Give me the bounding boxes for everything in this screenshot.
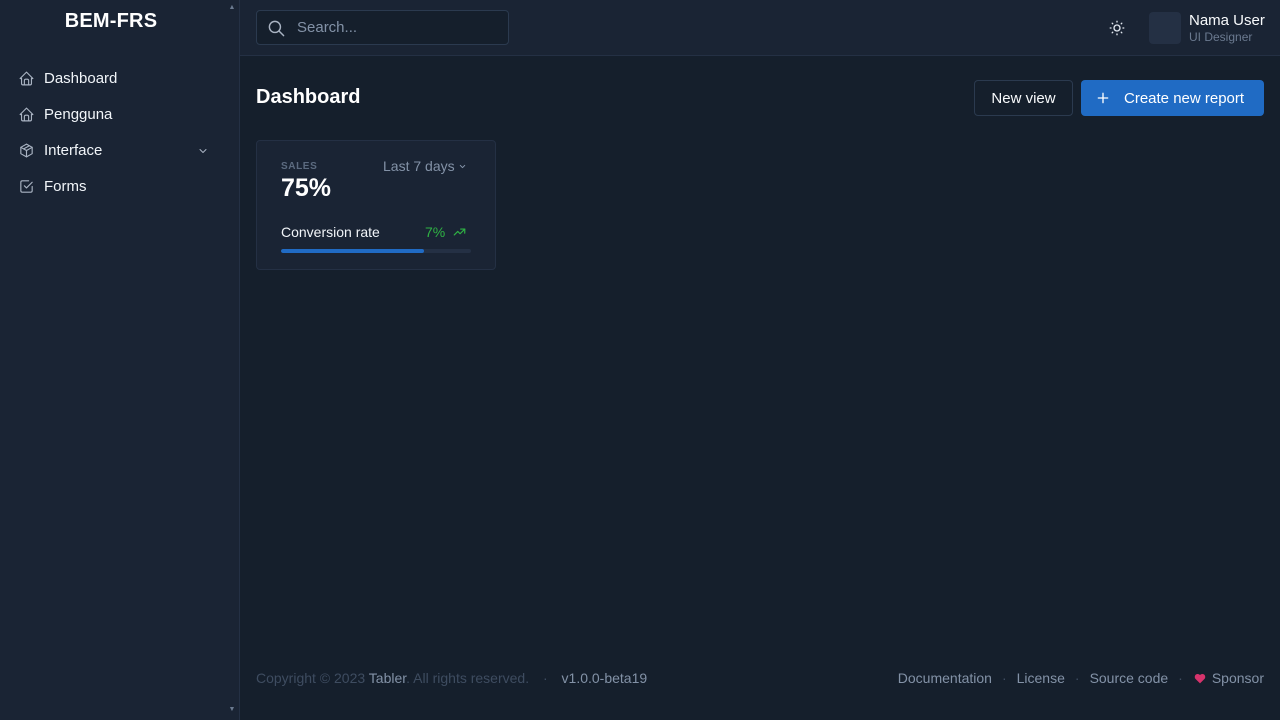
search-icon	[267, 19, 286, 38]
scroll-down-arrow-icon[interactable]: ▼	[228, 706, 236, 714]
sponsor-link[interactable]: Sponsor	[1212, 670, 1264, 686]
progress-bar	[281, 249, 471, 253]
period-dropdown[interactable]: Last 7 days	[383, 158, 467, 174]
separator-dot: ·	[1074, 670, 1080, 686]
period-label: Last 7 days	[383, 158, 455, 174]
sidebar-item-label: Interface	[44, 141, 103, 159]
top-header: Nama User UI Designer	[240, 0, 1280, 56]
search-input[interactable]	[297, 11, 502, 44]
new-view-button[interactable]: New view	[974, 80, 1073, 116]
separator-dot: ·	[1001, 670, 1007, 686]
package-icon	[18, 142, 35, 159]
chevron-down-icon	[458, 162, 467, 171]
copyright-text: Copyright © 2023	[256, 670, 366, 686]
home-icon	[18, 106, 35, 123]
version-link[interactable]: v1.0.0-beta19	[562, 670, 648, 686]
sidebar-item-dashboard[interactable]: Dashboard	[0, 60, 240, 96]
sidebar-item-pengguna[interactable]: Pengguna	[0, 96, 240, 132]
tabler-link[interactable]: Tabler	[369, 670, 406, 686]
delta-badge: 7%	[425, 224, 468, 240]
source-code-link[interactable]: Source code	[1090, 670, 1169, 686]
create-new-report-button[interactable]: Create new report	[1081, 80, 1264, 116]
app-root: ▲ BEM-FRS Dashboard Pengguna Interface F…	[0, 0, 1280, 720]
sidebar-item-forms[interactable]: Forms	[0, 168, 240, 204]
sidebar-item-label: Pengguna	[44, 105, 113, 123]
avatar[interactable]	[1149, 12, 1181, 44]
sales-card: SALES Last 7 days 75% Conversion rate 7%	[256, 140, 496, 270]
sidebar-item-interface[interactable]: Interface	[0, 132, 240, 168]
sidebar-nav: Dashboard Pengguna Interface Forms	[0, 60, 240, 204]
user-name[interactable]: Nama User	[1189, 12, 1265, 29]
card-value: 75%	[281, 174, 332, 202]
brand-logo[interactable]: BEM-FRS	[0, 10, 222, 33]
new-view-label: New view	[991, 89, 1056, 107]
license-link[interactable]: License	[1017, 670, 1065, 686]
separator-dot: ·	[1178, 670, 1183, 686]
chevron-down-icon[interactable]	[197, 144, 209, 156]
sidebar-item-label: Dashboard	[44, 69, 118, 87]
separator-dot: ·	[542, 670, 548, 686]
search-box[interactable]	[256, 10, 509, 45]
trending-up-icon	[451, 225, 468, 239]
page-title: Dashboard	[256, 86, 361, 108]
metric-label: Conversion rate	[281, 224, 380, 240]
sidebar: ▲ BEM-FRS Dashboard Pengguna Interface F…	[0, 0, 240, 720]
sidebar-item-label: Forms	[44, 177, 87, 195]
user-role: UI Designer	[1189, 30, 1253, 44]
heart-icon	[1193, 672, 1207, 685]
footer-links: Documentation · License · Source code · …	[898, 670, 1264, 686]
scroll-up-arrow-icon[interactable]: ▲	[228, 4, 236, 12]
footer-copyright: Copyright © 2023 Tabler. All rights rese…	[256, 670, 647, 686]
rights-text: . All rights reserved.	[406, 670, 530, 686]
home-icon	[18, 70, 35, 87]
delta-value: 7%	[425, 224, 446, 240]
sun-icon[interactable]	[1108, 19, 1126, 37]
checkbox-icon	[18, 178, 35, 195]
plus-icon	[1095, 90, 1111, 106]
progress-fill	[281, 249, 424, 253]
create-new-report-label: Create new report	[1124, 89, 1245, 107]
documentation-link[interactable]: Documentation	[898, 670, 992, 686]
card-subheader: SALES	[281, 161, 318, 172]
